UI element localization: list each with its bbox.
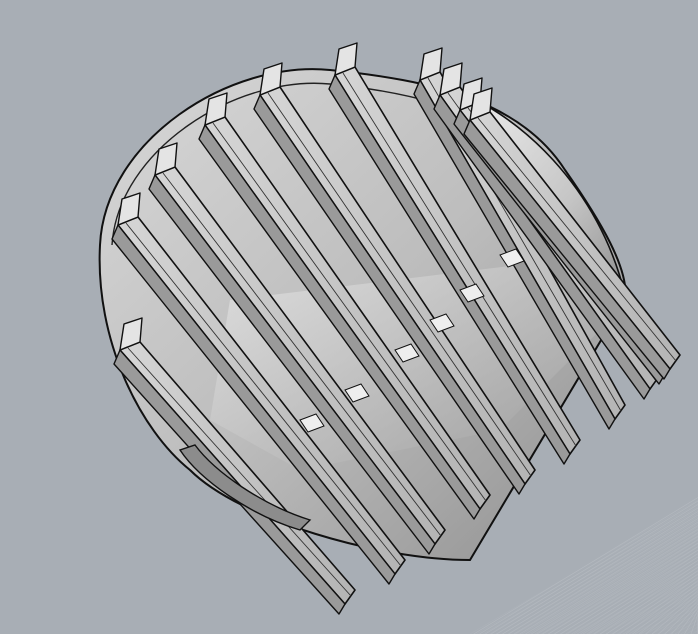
viewport-canvas[interactable] (0, 0, 698, 634)
grid-line (528, 529, 698, 634)
grid-line (692, 630, 698, 634)
grid-line (508, 519, 698, 634)
grid-line (489, 509, 698, 634)
grid-line (593, 563, 698, 634)
grid-line (519, 525, 698, 634)
grid-line (571, 556, 698, 634)
heatsink-model[interactable] (98, 42, 681, 615)
construction-grid (469, 497, 698, 634)
grid-line (674, 619, 698, 634)
grid-line (588, 567, 698, 634)
grid-line (577, 560, 698, 634)
3d-viewport[interactable] (0, 0, 698, 634)
grid-line (646, 602, 698, 634)
grid-line (490, 507, 698, 634)
